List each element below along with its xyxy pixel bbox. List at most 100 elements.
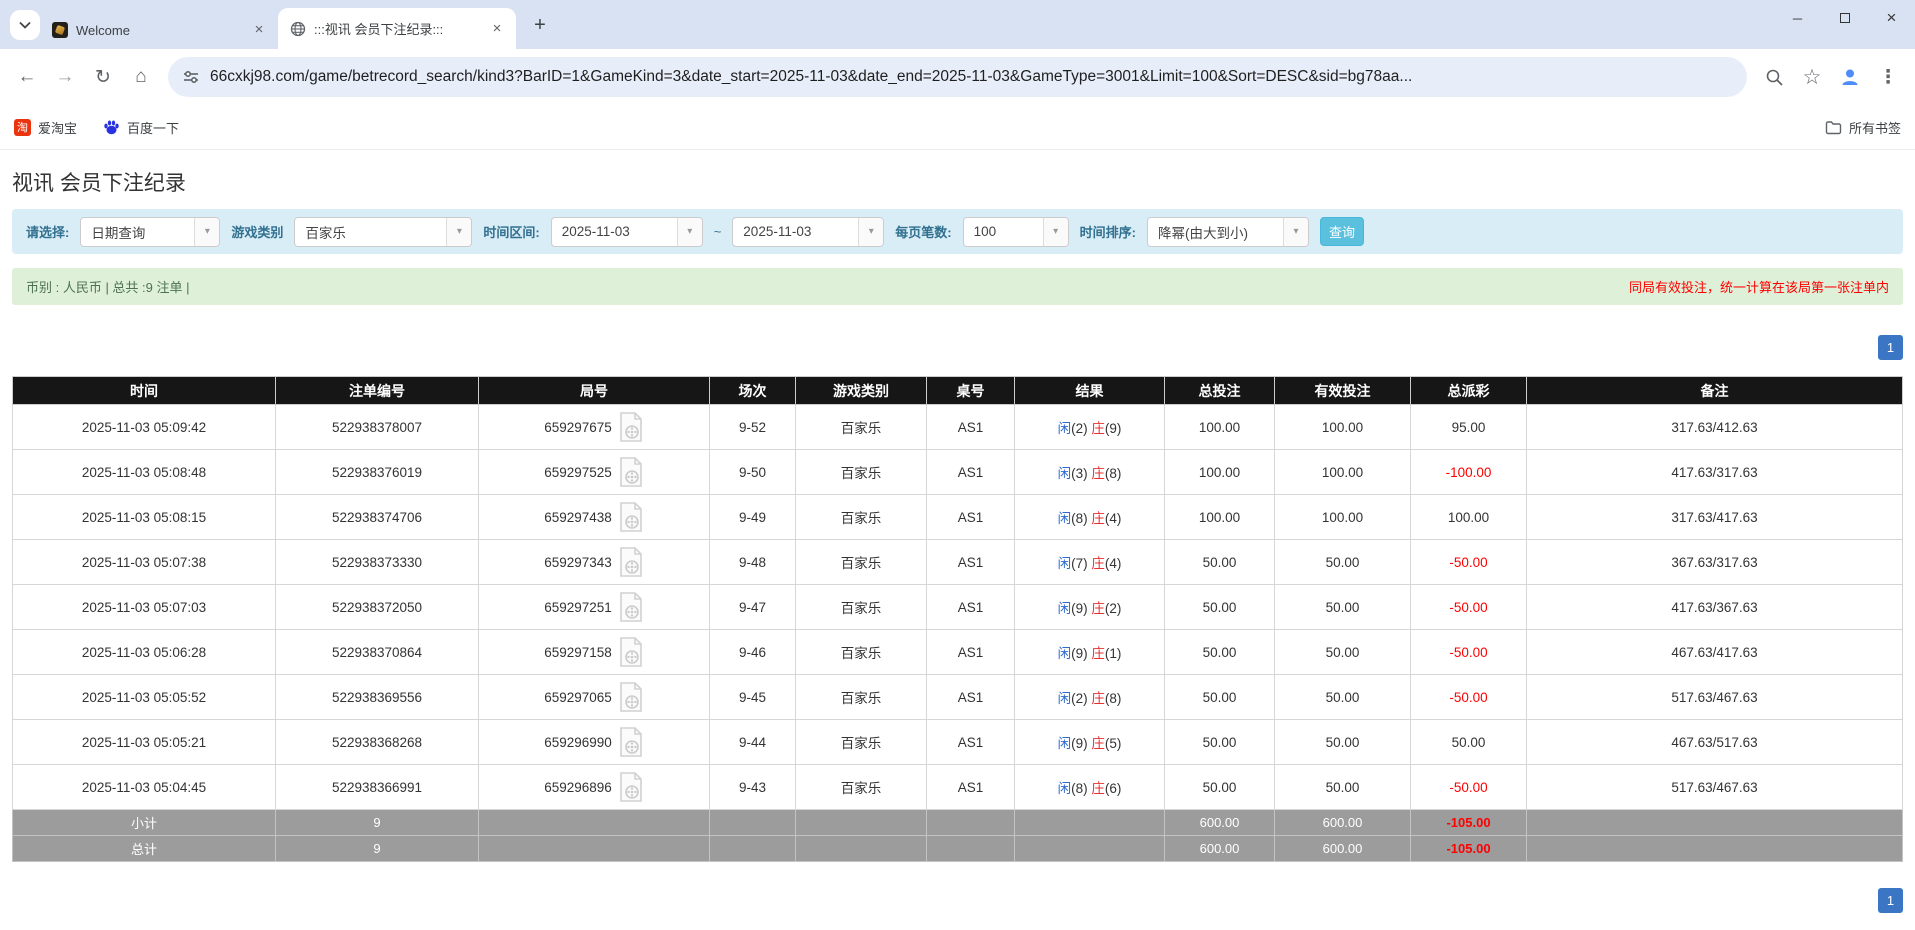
bookmark-taobao[interactable]: 淘 爱淘宝 (14, 118, 77, 137)
col-result: 结果 (1014, 376, 1165, 405)
dropdown-arrow-icon: ▾ (1042, 217, 1068, 246)
result-banker-score: (8) (1104, 691, 1122, 706)
cell-total-bet-link[interactable]: 50.00 (1164, 584, 1275, 630)
page-1-button[interactable]: 1 (1878, 335, 1903, 360)
tab-bet-records[interactable]: :::视讯 会员下注纪录::: × (278, 8, 516, 49)
cell-time: 2025-11-03 05:05:21 (12, 719, 276, 765)
back-button[interactable]: ← (10, 60, 44, 94)
result-banker: 庄 (1091, 511, 1105, 526)
video-replay-button[interactable] (618, 456, 644, 488)
page-size-select[interactable]: 100 ▾ (962, 216, 1069, 247)
close-window-button[interactable]: × (1868, 0, 1915, 36)
forward-button[interactable]: → (48, 60, 82, 94)
cell-total-bet-link[interactable]: 100.00 (1164, 494, 1275, 540)
all-bookmarks-button[interactable]: 所有书签 (1825, 118, 1901, 137)
video-replay-button[interactable] (618, 771, 644, 803)
cell-bet-id: 522938378007 (275, 404, 479, 450)
home-button[interactable]: ⌂ (124, 60, 158, 94)
range-tilde: ~ (713, 224, 722, 239)
bookmarks-bar: 淘 爱淘宝 百度一下 所有书签 (0, 105, 1915, 150)
date-end-select[interactable]: 2025-11-03 ▾ (732, 216, 885, 247)
bookmark-baidu[interactable]: 百度一下 (103, 118, 179, 137)
page-content: 视讯 会员下注纪录 请选择: 日期查询 ▾ 游戏类别 百家乐 ▾ 时间区间: 2… (0, 167, 1915, 913)
video-replay-button[interactable] (618, 411, 644, 443)
subtotal-total-bet: 600.00 (1164, 809, 1275, 836)
col-session: 场次 (709, 376, 796, 405)
cell-total-bet-link[interactable]: 50.00 (1164, 629, 1275, 675)
video-replay-button[interactable] (618, 591, 644, 623)
tab-welcome[interactable]: Welcome × (40, 11, 278, 49)
round-number: 659297438 (544, 509, 612, 525)
video-file-icon (619, 547, 642, 577)
date-start-select[interactable]: 2025-11-03 ▾ (550, 216, 703, 247)
video-replay-button[interactable] (618, 501, 644, 533)
tab-close-icon[interactable]: × (488, 20, 506, 38)
cell-session: 9-49 (709, 494, 796, 540)
cell-time: 2025-11-03 05:09:42 (12, 404, 276, 450)
round-number: 659297251 (544, 599, 612, 615)
col-time: 时间 (12, 376, 276, 405)
result-player: 闲 (1057, 466, 1072, 481)
cell-session: 9-43 (709, 764, 796, 810)
cell-total-bet-link[interactable]: 50.00 (1164, 674, 1275, 720)
result-banker: 庄 (1091, 421, 1105, 436)
cell-total-bet-link[interactable]: 50.00 (1164, 719, 1275, 765)
cell-total-bet-link[interactable]: 100.00 (1164, 404, 1275, 450)
round-number: 659297525 (544, 464, 612, 480)
video-replay-button[interactable] (618, 681, 644, 713)
game-type-select[interactable]: 百家乐 ▾ (294, 216, 473, 247)
video-replay-button[interactable] (618, 546, 644, 578)
time-sort-select[interactable]: 降幂(由大到小) ▾ (1146, 216, 1309, 247)
page-1-button[interactable]: 1 (1878, 888, 1903, 913)
search-button[interactable]: 查询 (1319, 217, 1364, 246)
query-type-select[interactable]: 日期查询 ▾ (80, 216, 221, 247)
total-label: 总计 (12, 835, 276, 862)
cell-payout: 95.00 (1410, 404, 1527, 450)
tab-search-button[interactable] (10, 10, 40, 40)
new-tab-button[interactable]: + (526, 11, 554, 39)
cell-table: AS1 (926, 719, 1015, 765)
subtotal-row: 小计 9 600.00 600.00 -105.00 (12, 809, 1903, 836)
video-replay-button[interactable] (618, 636, 644, 668)
time-range-label: 时间区间: (483, 225, 540, 240)
cell-note: 317.63/417.63 (1526, 494, 1903, 540)
result-banker: 庄 (1091, 781, 1105, 796)
cell-game: 百家乐 (795, 404, 927, 450)
cell-bet-id: 522938370864 (275, 629, 479, 675)
result-player: 闲 (1057, 646, 1072, 661)
result-banker-score: (4) (1104, 511, 1122, 526)
site-info-icon[interactable] (182, 68, 200, 86)
tab-close-icon[interactable]: × (250, 21, 268, 39)
menu-icon[interactable]: ⋮ (1871, 60, 1905, 94)
cell-total-bet-link[interactable]: 50.00 (1164, 539, 1275, 585)
dropdown-arrow-icon: ▾ (1282, 217, 1308, 246)
cell-time: 2025-11-03 05:08:15 (12, 494, 276, 540)
url-bar[interactable]: 66cxkj98.com/game/betrecord_search/kind3… (168, 57, 1747, 97)
minimize-button[interactable]: ─ (1774, 0, 1821, 36)
result-banker: 庄 (1091, 646, 1105, 661)
cell-round: 659297158 (478, 629, 710, 675)
cell-result: 闲(9) 庄(1) (1014, 629, 1165, 675)
cell-round: 659297525 (478, 449, 710, 495)
browser-toolbar: ← → ↻ ⌂ 66cxkj98.com/game/betrecord_sear… (0, 49, 1915, 105)
cell-payout: -50.00 (1410, 539, 1527, 585)
result-banker-score: (6) (1104, 781, 1122, 796)
result-banker: 庄 (1091, 601, 1105, 616)
result-player-score: (9) (1071, 736, 1088, 751)
cell-result: 闲(2) 庄(8) (1014, 674, 1165, 720)
cell-total-bet-link[interactable]: 50.00 (1164, 764, 1275, 810)
cell-time: 2025-11-03 05:07:38 (12, 539, 276, 585)
maximize-button[interactable] (1821, 0, 1868, 36)
bookmark-star-icon[interactable]: ☆ (1795, 60, 1829, 94)
cell-game: 百家乐 (795, 539, 927, 585)
dropdown-arrow-icon: ▾ (858, 217, 884, 246)
reload-button[interactable]: ↻ (86, 60, 120, 94)
result-banker: 庄 (1091, 691, 1105, 706)
subtotal-count: 9 (275, 809, 479, 836)
video-replay-button[interactable] (618, 726, 644, 758)
profile-avatar-icon[interactable] (1833, 60, 1867, 94)
result-player: 闲 (1057, 511, 1072, 526)
cell-total-bet-link[interactable]: 100.00 (1164, 449, 1275, 495)
video-file-icon (619, 592, 642, 622)
zoom-icon[interactable] (1757, 60, 1791, 94)
